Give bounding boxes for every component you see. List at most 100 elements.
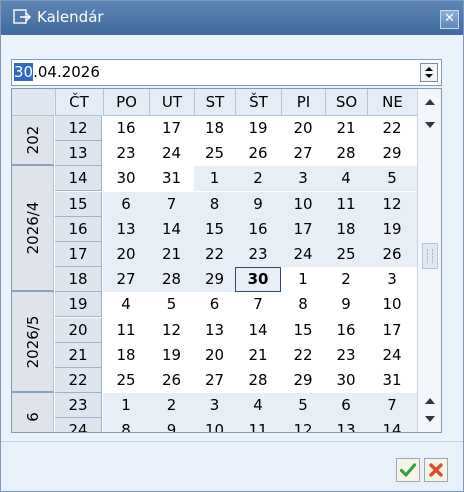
day-cell[interactable]: 1 [194, 166, 235, 192]
week-number[interactable]: 23 [55, 393, 102, 419]
day-cell[interactable]: 23 [235, 242, 281, 267]
week-number[interactable]: 12 [55, 116, 102, 141]
day-cell[interactable]: 6 [194, 292, 235, 317]
day-cell[interactable]: 17 [367, 318, 417, 343]
close-button[interactable]: ✕ [440, 10, 459, 29]
day-cell[interactable]: 27 [194, 368, 235, 393]
day-cell[interactable]: 9 [325, 292, 367, 317]
day-cell[interactable]: 21 [149, 242, 194, 267]
day-cell[interactable]: 9 [149, 418, 194, 432]
week-number[interactable]: 19 [55, 292, 102, 318]
day-cell[interactable]: 24 [149, 141, 194, 166]
day-cell[interactable]: 26 [367, 242, 417, 267]
day-cell[interactable]: 11 [325, 191, 367, 217]
scroll-thumb[interactable] [422, 243, 438, 269]
day-cell[interactable]: 7 [235, 292, 281, 317]
day-cell[interactable]: 8 [194, 191, 235, 217]
day-cell[interactable]: 27 [281, 141, 325, 166]
day-cell[interactable]: 16 [103, 116, 149, 141]
day-cell[interactable]: 23 [325, 343, 367, 368]
week-number[interactable]: 17 [55, 242, 102, 267]
day-cell[interactable]: 2 [235, 166, 281, 192]
day-cell[interactable]: 17 [281, 216, 325, 242]
day-cell[interactable]: 20 [281, 116, 325, 141]
week-number[interactable]: 13 [55, 141, 102, 167]
day-cell[interactable]: 4 [235, 393, 281, 419]
day-cell[interactable]: 11 [235, 418, 281, 432]
day-cell[interactable]: 8 [281, 292, 325, 317]
week-number[interactable]: 21 [55, 342, 102, 368]
day-cell[interactable]: 18 [194, 116, 235, 141]
week-number[interactable]: 15 [55, 191, 102, 217]
month-segment[interactable]: 6 [12, 393, 54, 432]
day-cell[interactable]: 23 [103, 141, 149, 166]
day-cell[interactable]: 29 [367, 141, 417, 166]
day-cell[interactable]: 13 [325, 418, 367, 432]
day-cell[interactable]: 13 [194, 318, 235, 343]
month-segment[interactable]: 2026/4 [12, 166, 54, 293]
day-cell[interactable]: 1 [281, 267, 325, 292]
week-number[interactable]: 16 [55, 216, 102, 242]
day-cell[interactable]: 26 [235, 141, 281, 166]
month-segment[interactable]: 202 [12, 116, 54, 167]
day-cell[interactable]: 30 [325, 368, 367, 393]
day-cell[interactable]: 25 [325, 242, 367, 267]
day-cell[interactable]: 12 [281, 418, 325, 432]
day-cell[interactable]: 9 [235, 191, 281, 217]
day-cell[interactable]: 13 [103, 216, 149, 242]
day-cell[interactable]: 19 [235, 116, 281, 141]
day-cell[interactable]: 21 [235, 343, 281, 368]
day-cell[interactable]: 19 [367, 216, 417, 242]
day-cell[interactable]: 22 [194, 242, 235, 267]
day-cell[interactable]: 14 [149, 216, 194, 242]
day-cell[interactable]: 7 [367, 393, 417, 419]
day-cell[interactable]: 6 [103, 191, 149, 217]
vertical-scrollbar[interactable] [417, 89, 441, 432]
day-cell[interactable]: 18 [103, 343, 149, 368]
date-spinner-button[interactable] [420, 63, 438, 82]
day-cell[interactable]: 30 [103, 166, 149, 191]
day-cell[interactable]: 14 [235, 318, 281, 343]
week-number[interactable]: 22 [55, 368, 102, 393]
day-cell[interactable]: 21 [325, 116, 367, 141]
day-cell[interactable]: 10 [281, 191, 325, 217]
day-cell[interactable]: 22 [367, 116, 417, 141]
day-cell[interactable]: 31 [367, 368, 417, 393]
day-cell[interactable]: 8 [103, 418, 149, 432]
day-cell[interactable]: 4 [103, 292, 149, 317]
day-cell[interactable]: 24 [281, 242, 325, 267]
page-down-icon[interactable] [423, 119, 437, 131]
day-cell[interactable]: 12 [149, 318, 194, 343]
day-cell[interactable]: 22 [281, 343, 325, 368]
day-cell[interactable]: 20 [103, 242, 149, 267]
day-cell[interactable]: 3 [367, 267, 417, 292]
day-cell[interactable]: 25 [103, 368, 149, 393]
day-cell[interactable]: 27 [103, 267, 149, 293]
week-number[interactable]: 18 [55, 267, 102, 293]
day-cell[interactable]: 12 [367, 191, 417, 217]
day-cell[interactable]: 18 [325, 216, 367, 242]
day-cell[interactable]: 10 [367, 292, 417, 317]
week-number[interactable]: 14 [55, 166, 102, 192]
day-cell[interactable]: 7 [149, 191, 194, 217]
day-cell[interactable]: 11 [103, 318, 149, 343]
day-cell[interactable]: 5 [149, 292, 194, 317]
day-cell[interactable]: 28 [235, 368, 281, 393]
page-up-icon[interactable] [423, 395, 437, 407]
day-cell[interactable]: 19 [149, 343, 194, 368]
day-cell[interactable]: 3 [194, 393, 235, 419]
week-number[interactable]: 20 [55, 317, 102, 343]
day-cell[interactable]: 24 [367, 343, 417, 368]
day-cell[interactable]: 4 [325, 166, 367, 192]
day-cell-selected[interactable]: 30 [235, 267, 281, 293]
day-cell[interactable]: 26 [149, 368, 194, 393]
day-cell[interactable]: 17 [149, 116, 194, 141]
day-cell[interactable]: 15 [194, 216, 235, 242]
day-cell[interactable]: 2 [325, 267, 367, 292]
day-cell[interactable]: 16 [235, 216, 281, 242]
day-cell[interactable]: 15 [281, 318, 325, 343]
day-cell[interactable]: 5 [367, 166, 417, 192]
day-cell[interactable]: 28 [325, 141, 367, 166]
day-cell[interactable]: 29 [281, 368, 325, 393]
day-cell[interactable]: 14 [367, 418, 417, 432]
